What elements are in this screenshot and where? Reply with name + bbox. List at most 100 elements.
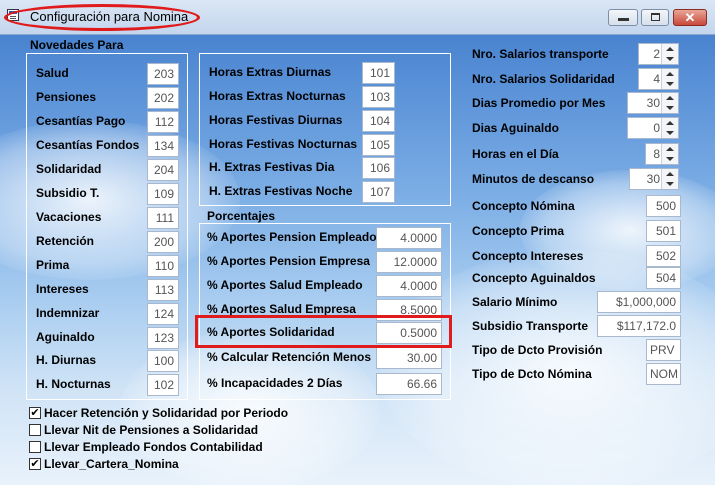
novedad-code-field[interactable]: 109 [147,183,179,205]
chevron-up-icon[interactable] [666,147,674,151]
horas-code-field[interactable]: 103 [362,86,395,108]
novedad-label: Salud [36,66,69,80]
novedad-label: Intereses [36,282,89,296]
chevron-up-icon[interactable] [666,172,674,176]
horas-label: Horas Extras Nocturnas [209,89,346,103]
checkbox[interactable] [29,424,41,436]
novedad-label: Pensiones [36,90,97,104]
porcentaje-label: % Aportes Pension Empleado [207,230,377,244]
porcentaje-field[interactable]: 12.0000 [376,251,442,273]
checkbox-label[interactable]: Llevar Nit de Pensiones a Solidaridad [44,423,258,437]
novedad-code-field[interactable]: 134 [147,135,179,157]
numeric-stepper[interactable]: 4 [638,68,679,90]
checkbox[interactable]: ✔ [29,407,41,419]
chevron-up-icon[interactable] [666,72,674,76]
close-button[interactable]: ✕ [673,9,707,26]
novedad-code-field[interactable]: 110 [147,255,179,277]
porcentaje-field[interactable]: 30.00 [376,347,442,369]
stepper-arrows[interactable] [661,93,678,113]
novedad-label: Retención [36,234,95,248]
novedad-code-field[interactable]: 124 [147,303,179,325]
horas-code-field[interactable]: 106 [362,157,395,179]
maximize-button[interactable] [641,9,669,26]
concepto-code-field[interactable]: 500 [646,195,681,217]
numeric-stepper[interactable]: 30 [629,168,679,190]
chevron-down-icon[interactable] [666,131,674,135]
novedad-code-field[interactable]: 202 [147,87,179,109]
chevron-up-icon[interactable] [666,47,674,51]
checkbox[interactable] [29,441,41,453]
config-label: Nro. Salarios transporte [472,47,609,61]
chevron-down-icon[interactable] [666,82,674,86]
porcentaje-field[interactable]: 4.0000 [376,227,442,249]
horas-code-field[interactable]: 105 [362,134,395,156]
chevron-up-icon[interactable] [666,96,674,100]
novedad-code-field[interactable]: 204 [147,159,179,181]
novedad-label: Aguinaldo [36,330,95,344]
novedad-code-field[interactable]: 203 [147,63,179,85]
numeric-stepper[interactable]: 30 [627,92,679,114]
stepper-value: 30 [646,96,660,110]
salario-minimo-field[interactable]: $1,000,000 [597,291,681,313]
horas-code-field[interactable]: 104 [362,110,395,132]
stepper-arrows[interactable] [661,169,678,189]
novedad-code-field[interactable]: 113 [147,279,179,301]
novedad-code-field[interactable]: 123 [147,327,179,349]
close-icon: ✕ [684,10,696,25]
novedad-label: Solidaridad [36,162,102,176]
stepper-value: 2 [653,47,660,61]
checkbox-label[interactable]: Hacer Retención y Solidaridad por Period… [44,406,288,420]
porcentaje-label: % Aportes Pension Empresa [207,254,370,268]
novedad-code-field[interactable]: 100 [147,350,179,372]
horas-label: H. Extras Festivas Dia [209,160,335,174]
minimize-button[interactable] [608,9,638,26]
porcentaje-label: % Aportes Salud Empleado [207,278,363,292]
title-bar[interactable]: Configuración para Nomina ✕ [0,0,715,35]
porcentaje-field[interactable]: 4.0000 [376,275,442,297]
novedad-code-field[interactable]: 102 [147,374,179,396]
concepto-code-field[interactable]: 501 [646,220,681,242]
novedad-label: Cesantías Pago [36,114,126,128]
checkbox-label[interactable]: Llevar Empleado Fondos Contabilidad [44,440,263,454]
concepto-label: Concepto Intereses [472,249,584,263]
concepto-label: Concepto Prima [472,224,565,238]
stepper-arrows[interactable] [661,144,678,164]
chevron-down-icon[interactable] [666,182,674,186]
stepper-value: 0 [653,121,660,135]
horas-code-field[interactable]: 107 [362,181,395,203]
nomina-config-window: Configuración para Nomina ✕ Novedades Pa… [0,0,715,485]
numeric-stepper[interactable]: 0 [627,117,679,139]
chevron-down-icon[interactable] [666,57,674,61]
concepto-label: Concepto Nómina [472,199,575,213]
chevron-up-icon[interactable] [666,121,674,125]
chevron-down-icon[interactable] [666,106,674,110]
novedad-code-field[interactable]: 200 [147,231,179,253]
numeric-stepper[interactable]: 2 [638,43,679,65]
subsidio-transporte-field[interactable]: $117,172.0 [597,315,681,337]
dcto-nomina-label: Tipo de Dcto Nómina [472,367,592,381]
dcto-nomina-field[interactable]: NOM [646,363,681,385]
novedades-title: Novedades Para [30,38,124,52]
stepper-arrows[interactable] [661,118,678,138]
horas-label: Horas Extras Diurnas [209,65,332,79]
checkbox-label[interactable]: Llevar_Cartera_Nomina [44,457,179,471]
numeric-stepper[interactable]: 8 [645,143,679,165]
stepper-arrows[interactable] [661,69,678,89]
checkbox[interactable]: ✔ [29,458,41,470]
config-label: Dias Promedio por Mes [472,96,606,110]
porcentaje-label: % Aportes Salud Empresa [207,302,356,316]
novedad-code-field[interactable]: 111 [147,207,179,229]
stepper-value: 4 [653,72,660,86]
chevron-down-icon[interactable] [666,157,674,161]
dcto-provision-field[interactable]: PRV [646,339,681,361]
stepper-arrows[interactable] [661,44,678,64]
porcentajes-title: Porcentajes [207,209,276,223]
porcentaje-field[interactable]: 66.66 [376,373,442,395]
horas-code-field[interactable]: 101 [362,62,395,84]
stepper-value: 30 [646,172,660,186]
novedad-code-field[interactable]: 112 [147,111,179,133]
porcentaje-label: % Calcular Retención Menos [207,350,372,364]
novedad-label: Prima [36,258,70,272]
concepto-code-field[interactable]: 502 [646,245,681,267]
concepto-code-field[interactable]: 504 [646,267,681,289]
